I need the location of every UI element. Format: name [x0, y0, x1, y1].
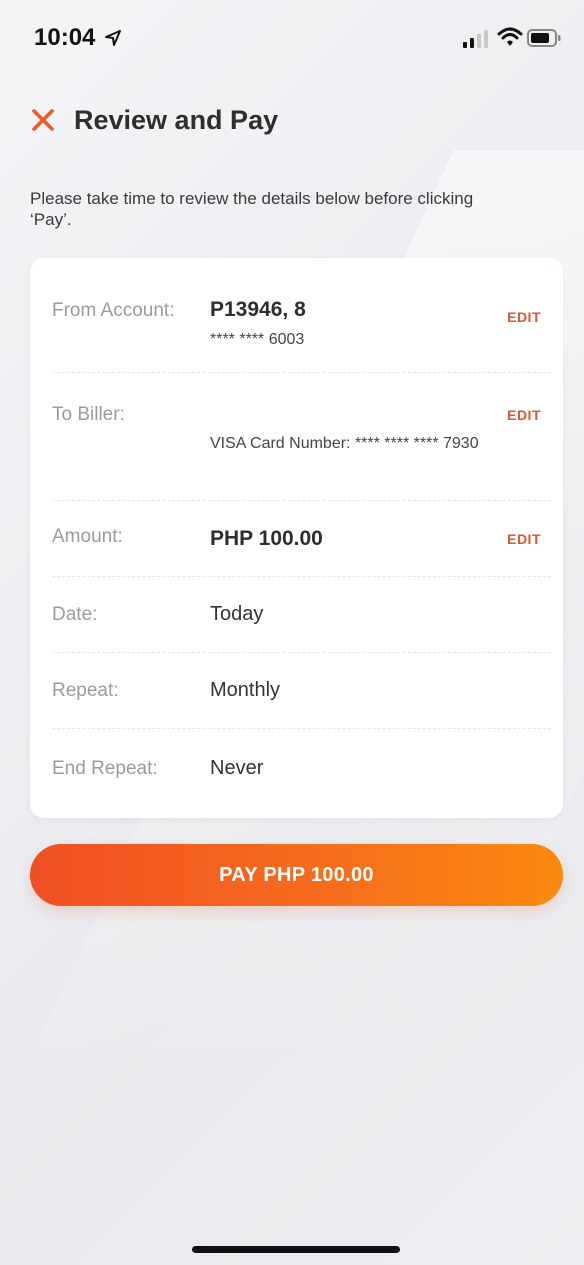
repeat-label: Repeat: — [52, 680, 119, 701]
from-account-number: **** **** 6003 — [210, 331, 305, 348]
from-account-row: From Account: P13946, 8 **** **** 6003 E… — [52, 258, 551, 373]
edit-amount-button[interactable]: EDIT — [507, 531, 541, 547]
cellular-signal-icon — [463, 30, 488, 48]
end-repeat-label: End Repeat: — [52, 758, 158, 779]
payment-details-card: From Account: P13946, 8 **** **** 6003 E… — [30, 258, 563, 818]
from-account-label: From Account: — [52, 300, 175, 321]
battery-icon — [527, 29, 561, 47]
repeat-value: Monthly — [210, 679, 281, 701]
date-label: Date: — [52, 604, 98, 625]
amount-row: Amount: PHP 100.00 EDIT — [52, 500, 551, 577]
amount-label: Amount: — [52, 526, 123, 547]
pay-button[interactable]: PAY PHP 100.00 — [30, 844, 563, 906]
end-repeat-value: Never — [210, 757, 264, 779]
page-header: Review and Pay — [30, 100, 278, 140]
close-icon[interactable] — [30, 107, 56, 133]
location-arrow-icon — [105, 30, 121, 46]
to-biller-label: To Biller: — [52, 404, 125, 425]
home-indicator — [192, 1246, 400, 1253]
page-title: Review and Pay — [74, 104, 279, 135]
to-biller-card-number: VISA Card Number: **** **** **** 7930 — [210, 435, 479, 452]
amount-value: PHP 100.00 — [210, 527, 323, 550]
edit-from-account-button[interactable]: EDIT — [507, 309, 541, 325]
status-bar: 10:04 — [0, 0, 584, 80]
intro-text: Please take time to review the details b… — [30, 189, 474, 229]
date-row: Date: Today — [52, 576, 551, 653]
repeat-row: Repeat: Monthly — [52, 652, 551, 729]
date-value: Today — [210, 603, 264, 625]
status-time: 10:04 — [34, 24, 96, 51]
wifi-icon — [497, 27, 523, 46]
from-account-value: P13946, 8 — [210, 298, 306, 321]
end-repeat-row: End Repeat: Never — [52, 728, 551, 808]
edit-to-biller-button[interactable]: EDIT — [507, 407, 541, 423]
to-biller-row: To Biller: VISA Card Number: **** **** *… — [52, 372, 551, 501]
